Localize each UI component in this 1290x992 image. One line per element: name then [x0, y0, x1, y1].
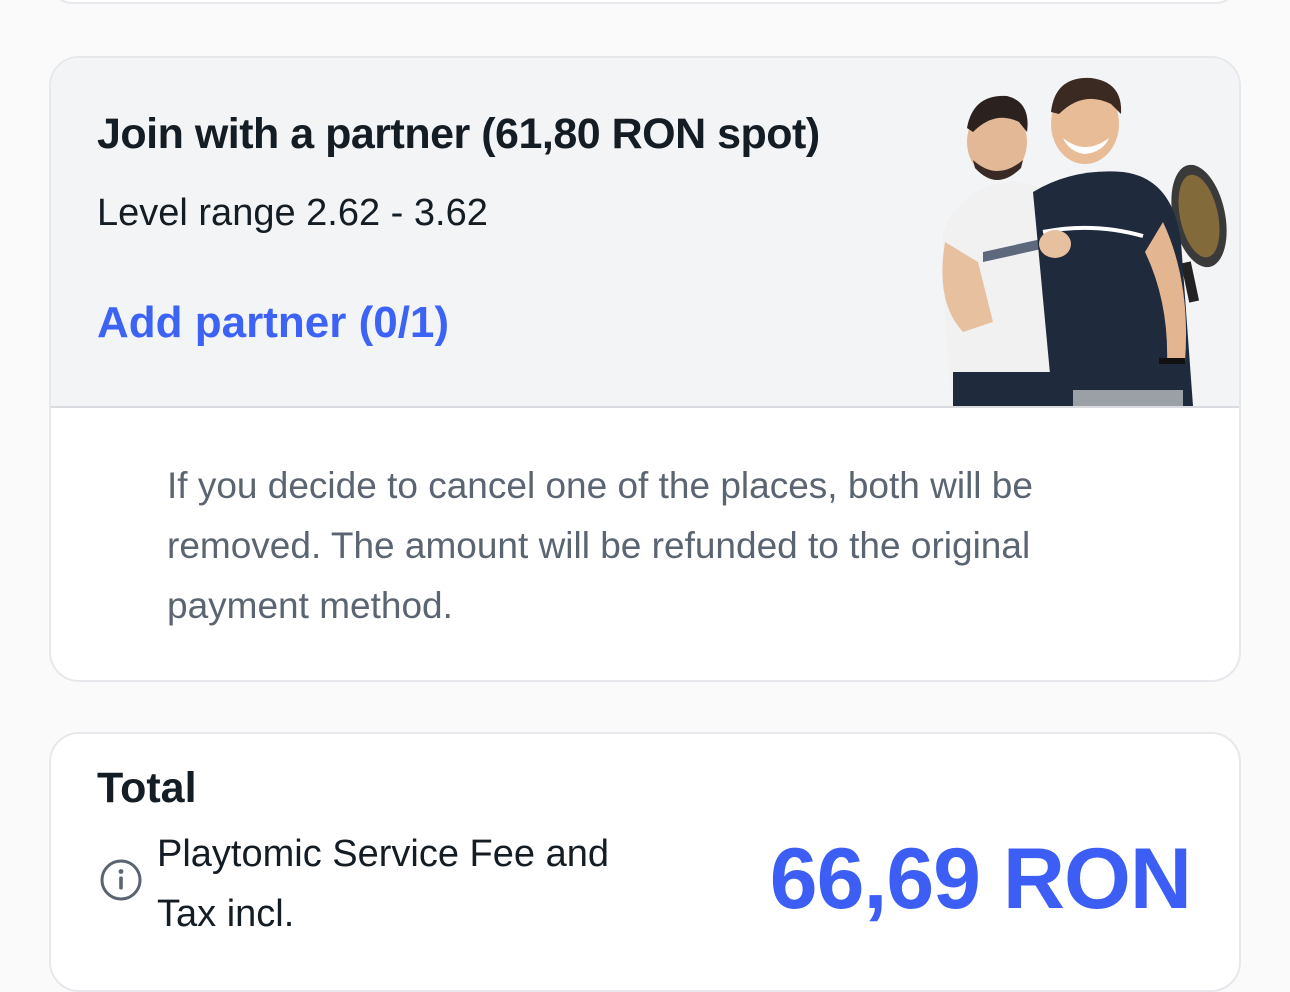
add-partner-button[interactable]: Add partner (0/1) — [97, 298, 449, 348]
total-card: Total Playtomic Service Fee and Tax incl… — [49, 732, 1241, 992]
padel-players-image — [942, 77, 1227, 406]
partner-card-title: Join with a partner (61,80 RON spot) — [97, 110, 820, 158]
previous-card — [50, 0, 1238, 4]
total-price: 66,69 RON — [769, 831, 1192, 927]
partner-card-header: Join with a partner (61,80 RON spot) Lev… — [51, 58, 1239, 408]
join-with-partner-card: Join with a partner (61,80 RON spot) Lev… — [49, 56, 1241, 682]
service-fee-note: Playtomic Service Fee and Tax incl. — [157, 833, 609, 935]
level-range-text: Level range 2.62 - 3.62 — [97, 192, 488, 234]
total-label: Total — [97, 764, 197, 812]
info-icon[interactable] — [99, 858, 143, 902]
cancel-policy-note: If you decide to cancel one of the place… — [167, 465, 1033, 626]
